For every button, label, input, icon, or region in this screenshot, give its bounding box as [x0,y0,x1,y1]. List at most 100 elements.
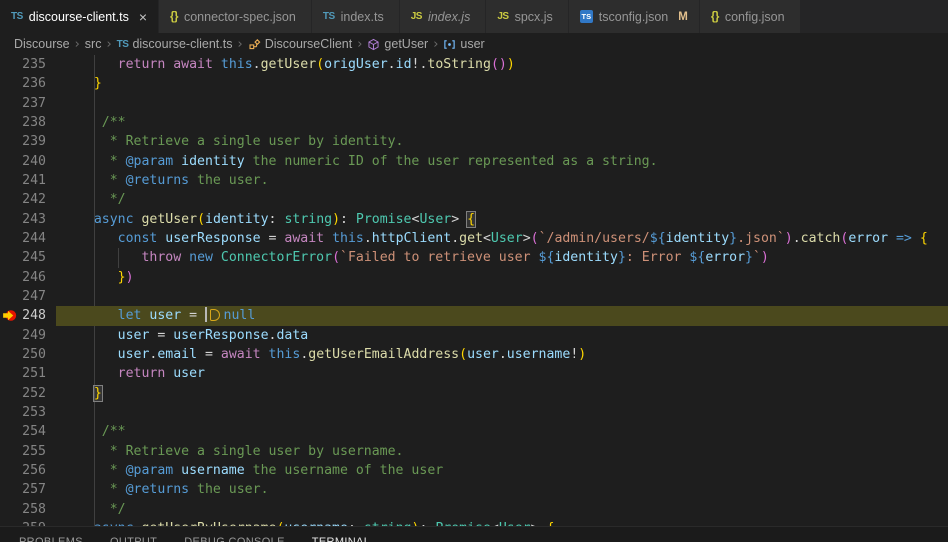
breadcrumb-item-getUser[interactable]: getUser [367,37,428,51]
token-var: user [149,308,182,324]
breadcrumb-item-src[interactable]: src [85,37,102,51]
code-line[interactable]: 246 }) [0,268,948,287]
token-pun [70,231,118,246]
line-number[interactable]: 256 [0,461,46,480]
javascript-file-icon: JS [497,11,509,22]
code-line[interactable]: 256 * @param username the username of th… [0,461,948,480]
token-interp: } [745,250,753,266]
code-line[interactable]: 259 async getUserByUsername(username: st… [0,519,948,526]
line-number[interactable]: 245 [0,248,46,267]
code-line[interactable]: 237 [0,94,948,113]
editor-tab-index.js[interactable]: JS index.js [399,0,487,33]
code-line[interactable]: 257 * @returns the user. [0,480,948,499]
panel-tab-debug-console[interactable]: DEBUG CONSOLE [184,536,285,542]
code-line[interactable]: 236 } [0,74,948,93]
token-cmt: * [70,482,126,498]
code-line[interactable]: 252 } [0,384,948,403]
line-number[interactable]: 237 [0,94,46,113]
token-cmt: * [70,172,126,188]
code-line[interactable]: 241 * @returns the user. [0,171,948,190]
breadcrumb-item-Discourse[interactable]: Discourse [14,37,70,51]
code-line[interactable]: 238 /** [0,113,948,132]
token-fn: get [459,230,483,246]
line-number[interactable]: 236 [0,74,46,93]
breadcrumb-item-user[interactable]: user [443,37,485,51]
panel-tab-problems[interactable]: PROBLEMS [19,536,83,542]
code-line[interactable]: 253 [0,403,948,422]
code-editor[interactable]: 235 return await this.getUser(origUser.i… [0,55,948,526]
code-line-current[interactable]: 248 let user = null [0,306,948,326]
code-line[interactable]: 245 throw new ConnectorError(`Failed to … [0,248,948,267]
line-number[interactable]: 259 [0,519,46,526]
code-text: */ [70,190,126,209]
code-line[interactable]: 254 /** [0,422,948,441]
token-pun: . [387,57,396,72]
line-number[interactable]: 257 [0,480,46,499]
token-pun: . [498,346,507,362]
code-line[interactable]: 258 */ [0,500,948,519]
line-number[interactable]: 253 [0,403,46,422]
breadcrumb-item-discourse-client.ts[interactable]: TS discourse-client.ts [117,37,233,51]
token-fn: toString [427,57,491,72]
line-number[interactable]: 249 [0,326,46,345]
editor-tab-connector-spec.json[interactable]: {} connector-spec.json [159,0,312,33]
token-interp: ${ [689,250,706,266]
code-line[interactable]: 255 * Retrieve a single user by username… [0,442,948,461]
token-var: userResponse [173,327,269,343]
line-number[interactable]: 255 [0,442,46,461]
line-number[interactable]: 251 [0,364,46,383]
code-line[interactable]: 244 const userResponse = await this.http… [0,229,948,248]
token-str: `/admin/users/ [538,230,650,246]
line-number[interactable]: 247 [0,287,46,306]
line-number[interactable]: 235 [0,55,46,74]
token-str: ` [752,250,761,266]
code-line[interactable]: 240 * @param identity the numeric ID of … [0,152,948,171]
token-b1: ( [459,346,468,362]
line-number[interactable]: 244 [0,229,46,248]
editor-tab-tsconfig.json[interactable]: TS tsconfig.json M [568,0,700,33]
breakpoint-current-arrow-icon[interactable] [2,308,17,323]
line-number[interactable]: 252 [0,384,46,403]
code-line[interactable]: 239 * Retrieve a single user by identity… [0,132,948,151]
line-number[interactable]: 258 [0,500,46,519]
inline-suggestion-icon[interactable] [209,309,220,322]
line-number[interactable]: 240 [0,152,46,171]
token-var: identity [665,230,730,246]
token-type: Promise [355,211,412,227]
vscode-window: { "tabs": [ {"label": "discourse-client.… [0,0,948,542]
tab-label: config.json [724,9,785,24]
line-number[interactable]: 250 [0,345,46,364]
panel-tab-output[interactable]: OUTPUT [110,536,157,542]
javascript-file-icon: JS [410,11,423,22]
line-number[interactable]: 246 [0,268,46,287]
token-type: User [490,230,523,246]
token-b1m: } [92,384,103,402]
panel-tab-terminal[interactable]: TERMINAL [312,536,370,542]
code-line[interactable]: 235 return await this.getUser(origUser.i… [0,55,948,74]
line-number[interactable]: 243 [0,210,46,229]
code-text: * @returns the user. [70,480,269,499]
code-line[interactable]: 250 user.email = await this.getUserEmail… [0,345,948,364]
breadcrumb-item-DiscourseClient[interactable]: DiscourseClient [248,37,352,51]
close-icon[interactable]: × [139,10,147,24]
line-number[interactable]: 239 [0,132,46,151]
code-text: const userResponse = await this.httpClie… [70,229,928,248]
line-number[interactable]: 242 [0,190,46,209]
code-text: async getUser(identity: string): Promise… [70,210,477,229]
token-cmt: the user. [189,482,269,498]
line-number[interactable]: 241 [0,171,46,190]
token-kw: null [223,308,256,324]
editor-tab-index.ts[interactable]: TS index.ts [311,0,400,33]
chevron-right-icon: › [106,36,112,52]
code-line[interactable]: 242 */ [0,190,948,209]
code-line[interactable]: 247 [0,287,948,306]
editor-tab-config.json[interactable]: {} config.json [699,0,801,33]
code-line[interactable]: 243 async getUser(identity: string): Pro… [0,210,948,229]
code-line[interactable]: 249 user = userResponse.data [0,326,948,345]
line-number[interactable]: 238 [0,113,46,132]
editor-tab-discourse-client.ts[interactable]: TS discourse-client.ts × [0,0,160,33]
token-pun [70,76,94,91]
editor-tab-spcx.js[interactable]: JS spcx.js [486,0,569,33]
line-number[interactable]: 254 [0,422,46,441]
code-line[interactable]: 251 return user [0,364,948,383]
